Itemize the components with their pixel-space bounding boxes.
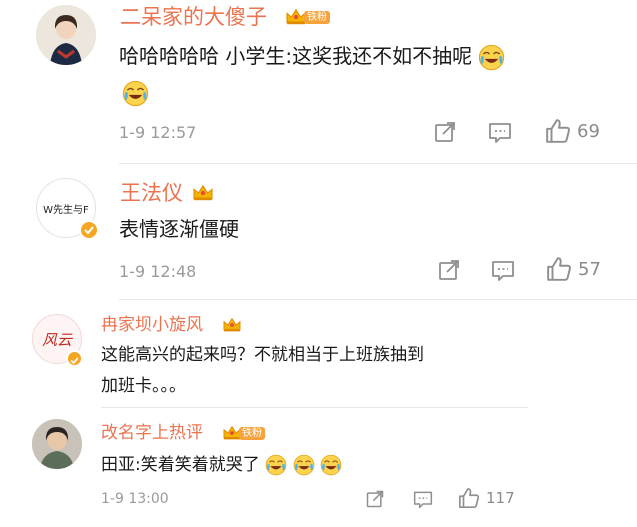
fan-badge: 铁粉 (304, 10, 330, 24)
comment-text-line2: 加班卡。。。 (101, 376, 186, 396)
share-icon (433, 120, 457, 144)
comment-icon (491, 258, 515, 282)
reply-button[interactable] (488, 120, 512, 144)
verified-badge-icon (79, 220, 99, 240)
reply-button[interactable] (491, 258, 515, 282)
share-button[interactable] (437, 258, 461, 282)
timestamp: 1-9 13:00 (101, 491, 169, 507)
avatar[interactable] (36, 5, 96, 65)
divider (119, 299, 637, 300)
share-icon (437, 258, 461, 282)
divider (119, 163, 637, 164)
share-button[interactable] (365, 489, 385, 509)
timestamp: 1-9 12:57 (119, 123, 197, 142)
divider (101, 407, 528, 408)
comment-text-content: 田亚:笑着笑着就哭了 (101, 455, 260, 475)
comment-icon (488, 120, 512, 144)
user-badges (222, 317, 242, 333)
comment-text-content: 哈哈哈哈哈 小学生:这奖我还不如不抽呢 (119, 44, 473, 68)
avatar-image (36, 5, 96, 65)
like-button[interactable]: 57 (546, 256, 601, 282)
thumbs-up-icon (545, 118, 571, 144)
laugh-cry-emoji (265, 454, 287, 476)
comment-text: 田亚:笑着笑着就哭了 (101, 453, 342, 477)
like-button[interactable]: 69 (545, 118, 600, 144)
like-button[interactable]: 117 (458, 487, 515, 509)
avatar-text: 风云 (41, 330, 72, 349)
comment-text: 表情逐渐僵硬 (119, 217, 239, 241)
share-button[interactable] (433, 120, 457, 144)
crown-icon (222, 317, 242, 333)
user-badges (192, 184, 214, 202)
username[interactable]: 王法仪 (120, 181, 183, 205)
user-badges: 铁粉 (222, 425, 265, 441)
laugh-cry-emoji (293, 454, 315, 476)
laugh-cry-emoji (320, 454, 342, 476)
like-count: 117 (486, 489, 515, 507)
comment-icon (413, 489, 433, 509)
username[interactable]: 二呆家的大傻子 (120, 5, 267, 29)
username[interactable]: 改名字上热评 (101, 423, 203, 443)
username[interactable]: 冉家坝小旋风 (101, 315, 203, 335)
like-count: 69 (577, 120, 600, 142)
comment-text-line1: 这能高兴的起来吗？不就相当于上班族抽到 (101, 345, 424, 365)
avatar-text: W先生与F (43, 204, 89, 216)
like-count: 57 (578, 258, 601, 280)
thumbs-up-icon (458, 487, 480, 509)
timestamp: 1-9 12:48 (119, 262, 197, 281)
comment-text: 哈哈哈哈哈 小学生:这奖我还不如不抽呢 (119, 42, 505, 71)
thumbs-up-icon (546, 256, 572, 282)
reply-button[interactable] (413, 489, 433, 509)
laugh-cry-emoji (122, 80, 149, 107)
share-icon (365, 489, 385, 509)
crown-icon (192, 184, 214, 202)
laugh-cry-emoji (478, 44, 505, 71)
avatar-image (32, 419, 82, 469)
verified-badge-icon (66, 350, 83, 367)
user-badges: 铁粉 (285, 8, 330, 26)
avatar[interactable] (32, 419, 82, 469)
fan-badge: 铁粉 (239, 426, 265, 440)
